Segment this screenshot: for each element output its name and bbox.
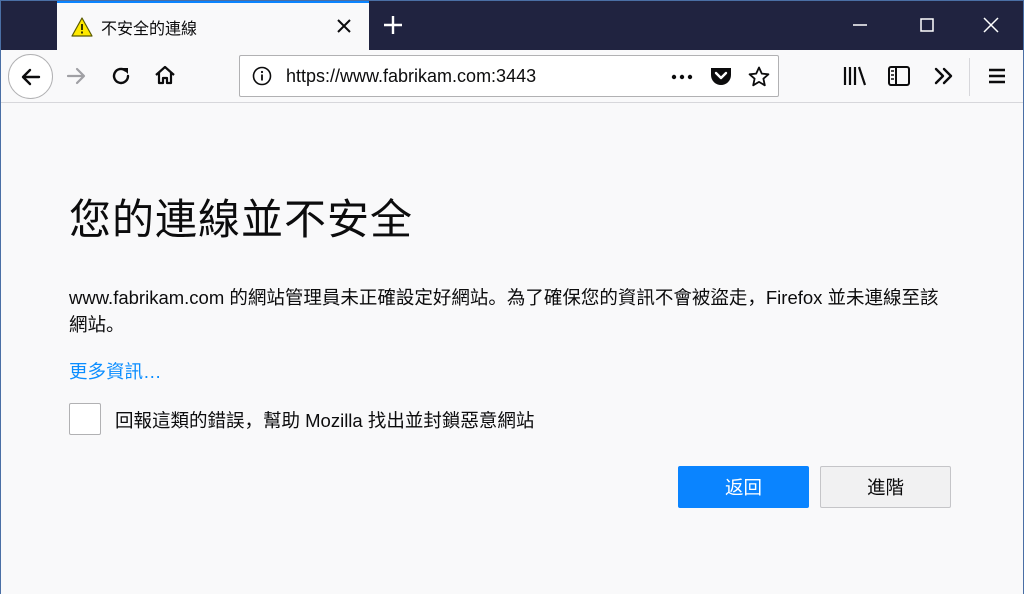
error-page: 您的連線並不安全 www.fabrikam.com 的網站管理員未正確設定好網站… [1,104,1023,594]
library-icon[interactable] [842,64,868,88]
active-tab[interactable]: 不安全的連線 [57,1,369,50]
forward-arrow-icon[interactable] [64,64,88,88]
warning-icon [71,17,93,37]
window-close-icon[interactable] [977,11,1005,39]
back-button[interactable] [8,54,53,99]
minimize-icon[interactable] [846,11,874,39]
toolbar-separator [969,58,970,96]
tab-title: 不安全的連線 [101,19,198,38]
overflow-chevron-icon[interactable] [932,64,956,88]
advanced-button[interactable]: 進階 [820,466,951,508]
page-actions-icon[interactable] [670,67,694,87]
url-text[interactable]: https://www.fabrikam.com:3443 [286,66,536,87]
browser-window: 不安全的連線 https://www.fabrikam.com:3443 您的連… [0,0,1024,594]
maximize-icon[interactable] [913,11,941,39]
info-icon[interactable] [252,66,272,86]
go-back-button[interactable]: 返回 [678,466,809,508]
tab-strip: 不安全的連線 [1,1,1023,50]
close-tab-icon[interactable] [333,15,355,37]
address-bar[interactable]: https://www.fabrikam.com:3443 [239,55,779,97]
new-tab-icon[interactable] [381,13,405,37]
navigation-bar: https://www.fabrikam.com:3443 [1,50,1023,103]
pocket-icon[interactable] [709,65,733,87]
hamburger-menu-icon[interactable] [985,64,1009,88]
error-description: www.fabrikam.com 的網站管理員未正確設定好網站。為了確保您的資訊… [69,287,939,335]
home-icon[interactable] [153,63,177,87]
more-info-link[interactable]: 更多資訊… [69,358,162,384]
report-checkbox[interactable] [69,403,101,435]
page-title: 您的連線並不安全 [69,195,414,244]
report-checkbox-label[interactable]: 回報這類的錯誤，幫助 Mozilla 找出並封鎖惡意網站 [115,407,534,433]
bookmark-star-icon[interactable] [747,65,771,89]
sidebar-icon[interactable] [887,64,911,88]
reload-icon[interactable] [109,64,133,88]
back-arrow-icon [21,68,41,86]
